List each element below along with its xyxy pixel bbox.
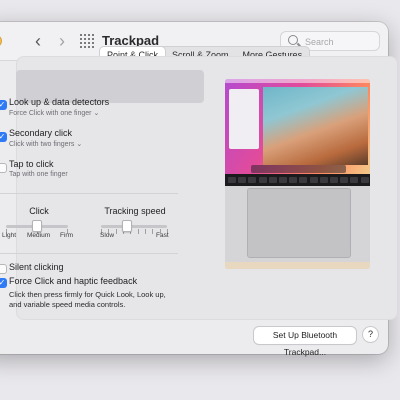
- help-button[interactable]: ?: [363, 327, 378, 342]
- preview-laptop-edge: [225, 262, 370, 269]
- preview-trackpad: [247, 188, 351, 258]
- lookup-title: Look up & data detectors: [9, 97, 110, 107]
- click-slider-title: Click: [29, 206, 49, 216]
- force-click-description: Click then press firmly for Quick Look, …: [9, 290, 189, 309]
- preview-key: [350, 177, 359, 183]
- force-click-option[interactable]: Force Click and haptic feedback: [9, 276, 137, 286]
- secondary-click-subtitle: Click with two fingers: [9, 141, 75, 148]
- preview-side-window: [229, 89, 259, 149]
- search-input[interactable]: [303, 34, 377, 50]
- preview-key: [330, 177, 338, 183]
- secondary-click-title: Secondary click: [9, 128, 73, 138]
- preview-key: [228, 177, 236, 183]
- divider: [0, 193, 178, 194]
- minimize-button[interactable]: [0, 35, 2, 47]
- tracking-slider-tick: [152, 229, 154, 234]
- secondary-click-checkbox[interactable]: ✓: [0, 132, 7, 142]
- preview-key: [319, 177, 328, 183]
- preview-laptop-body: [225, 186, 370, 262]
- tap-to-click-checkbox[interactable]: [0, 163, 7, 173]
- click-label-medium: Medium: [27, 232, 51, 239]
- secondary-click-option[interactable]: Secondary click Click with two fingers ⌄: [9, 128, 82, 148]
- tracking-slider-tick: [137, 229, 139, 234]
- trackpad-preview-illustration: [225, 79, 370, 269]
- silent-clicking-title: Silent clicking: [9, 262, 64, 272]
- chevron-right-icon[interactable]: ›: [52, 31, 72, 51]
- setup-bluetooth-trackpad-button[interactable]: Set Up Bluetooth Trackpad...: [254, 327, 356, 357]
- preview-key: [309, 177, 318, 183]
- tracking-slider-track[interactable]: [101, 225, 167, 228]
- tracking-slider-tick: [115, 229, 117, 234]
- grid-icon[interactable]: [80, 34, 94, 48]
- force-click-checkbox[interactable]: ✓: [0, 278, 7, 288]
- preview-key: [258, 177, 267, 183]
- preview-photo: [263, 87, 368, 165]
- preview-menubar: [225, 79, 370, 83]
- preview-key: [360, 177, 369, 183]
- preview-dock: [251, 165, 346, 173]
- click-label-light: Light: [2, 232, 17, 239]
- preview-key: [268, 177, 277, 183]
- click-slider-knob[interactable]: [32, 220, 42, 232]
- chevron-left-icon[interactable]: ‹: [28, 31, 48, 51]
- tracking-speed-title: Tracking speed: [104, 206, 166, 216]
- preview-key: [248, 177, 257, 183]
- chevron-down-icon[interactable]: ⌄: [93, 110, 99, 117]
- tracking-slider-tick: [145, 229, 146, 234]
- tap-to-click-title: Tap to click: [9, 159, 54, 169]
- chevron-down-icon[interactable]: ⌄: [76, 141, 82, 148]
- preview-key: [340, 177, 349, 183]
- preview-keyboard-row: [225, 174, 370, 186]
- tap-to-click-option[interactable]: Tap to click Tap with one finger: [9, 159, 68, 178]
- silent-clicking-checkbox[interactable]: [0, 264, 7, 274]
- divider: [0, 253, 178, 254]
- preview-key: [279, 177, 287, 183]
- lookup-option[interactable]: Look up & data detectors Force Click wit…: [9, 97, 109, 117]
- preview-key: [299, 177, 308, 183]
- preview-key: [289, 177, 298, 183]
- tracking-label-fast: Fast: [156, 232, 169, 239]
- preview-screen: [225, 79, 370, 174]
- force-click-description-line-2: and variable speed media controls.: [9, 299, 126, 309]
- preview-key: [238, 177, 247, 183]
- tap-to-click-subtitle: Tap with one finger: [9, 171, 68, 178]
- click-label-firm: Firm: [60, 232, 73, 239]
- force-click-description-line-1: Click then press firmly for Quick Look, …: [9, 290, 166, 299]
- lookup-checkbox[interactable]: ✓: [0, 100, 7, 110]
- force-click-title: Force Click and haptic feedback: [9, 276, 138, 286]
- lookup-subtitle: Force Click with one finger: [9, 110, 92, 117]
- search-icon: [288, 35, 298, 45]
- silent-clicking-option[interactable]: Silent clicking: [9, 262, 64, 272]
- tracking-label-slow: Slow: [100, 232, 115, 239]
- tracking-slider-knob[interactable]: [122, 220, 133, 232]
